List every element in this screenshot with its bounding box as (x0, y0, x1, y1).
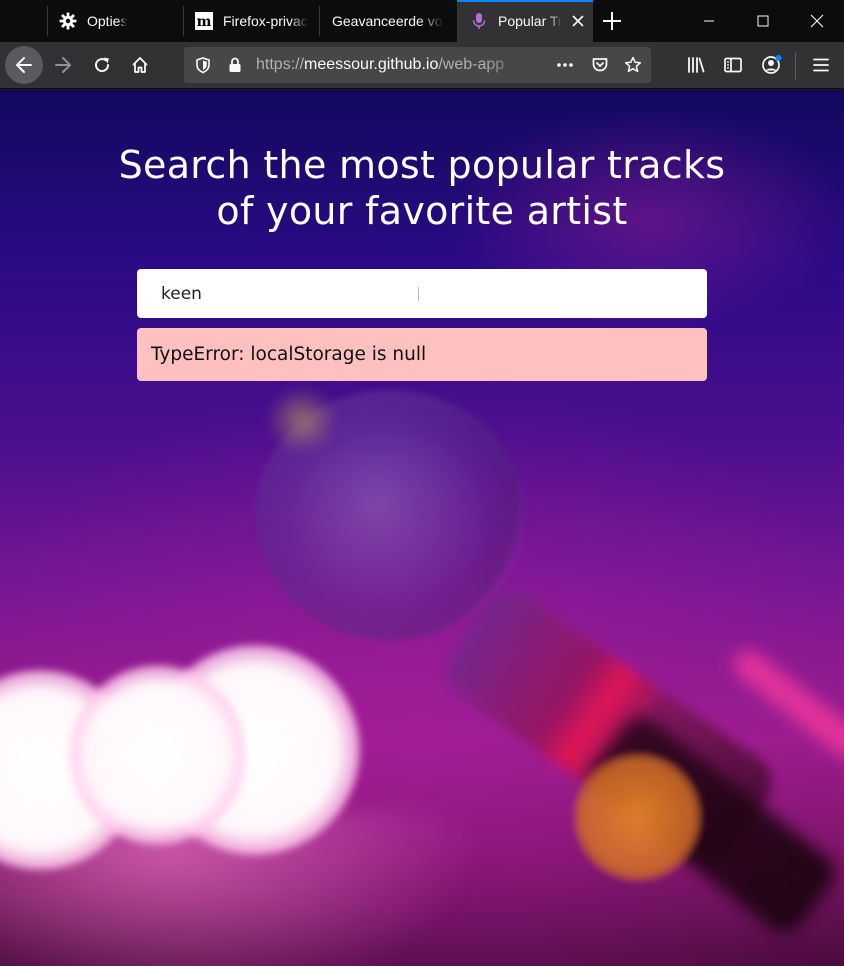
url-host: meessour.github.io (304, 56, 439, 73)
back-button[interactable] (5, 46, 43, 84)
svg-text:m: m (197, 14, 212, 30)
pocket-icon[interactable] (591, 56, 609, 74)
tab-firefox-privacy[interactable]: m Firefox-privacy (184, 0, 319, 42)
web-page: Search the most popular tracks of your f… (0, 90, 844, 966)
background-bokeh-light (573, 752, 703, 882)
url-scheme: https:// (256, 56, 305, 73)
close-tab-icon[interactable] (569, 12, 587, 30)
bookmark-star-icon[interactable] (624, 56, 642, 74)
tab-label: Opties (87, 13, 128, 29)
tab-advanced[interactable]: Geavanceerde voo (320, 0, 456, 42)
new-tab-button[interactable] (600, 10, 624, 32)
background-microphone-head (255, 390, 525, 640)
page-actions-icon[interactable] (556, 56, 574, 74)
account-icon (762, 55, 782, 74)
background-bokeh-light (0, 670, 140, 870)
maximize-button[interactable] (736, 0, 790, 42)
background-microphone-glint (727, 643, 844, 767)
home-button[interactable] (123, 48, 157, 82)
tab-strip: Opties m Firefox-privacy Geavanceerde vo… (0, 0, 844, 42)
back-arrow-icon (16, 57, 32, 73)
sidebar-button[interactable] (716, 48, 750, 82)
background-glow (0, 810, 480, 966)
toolbar-separator (795, 52, 796, 80)
lock-icon[interactable] (226, 56, 244, 74)
navigation-toolbar: https://meessour.github.io/web-app (0, 42, 844, 89)
close-window-button[interactable] (790, 0, 844, 42)
tab-popular-tracks[interactable]: Popular Tr (457, 0, 593, 42)
page-title: Search the most popular tracks of your f… (118, 143, 726, 233)
forward-arrow-icon (55, 57, 71, 73)
url-text[interactable]: https://meessour.github.io/web-app (256, 56, 524, 74)
error-message: TypeError: localStorage is null (137, 328, 707, 381)
url-bar[interactable]: https://meessour.github.io/web-app (184, 47, 651, 83)
artist-search-input[interactable] (137, 269, 707, 318)
library-icon (688, 57, 705, 73)
microphone-icon (470, 12, 488, 30)
tracking-shield-icon[interactable] (194, 56, 212, 74)
tab-options[interactable]: Opties (48, 0, 183, 42)
reload-button[interactable] (85, 48, 119, 82)
text-cursor (418, 287, 419, 301)
background-bokeh-light (150, 645, 360, 855)
background-microphone-body (435, 580, 783, 875)
background-microphone-handle (582, 709, 843, 941)
library-button[interactable] (679, 48, 713, 82)
m-logo-icon: m (195, 12, 213, 30)
menu-button[interactable] (804, 48, 838, 82)
minimize-button[interactable] (682, 0, 736, 42)
tab-label: Geavanceerde voo (332, 13, 444, 29)
gear-icon (59, 12, 77, 30)
hamburger-menu-icon (813, 58, 829, 72)
background-bokeh-light (70, 665, 245, 845)
background-bokeh-light (262, 390, 342, 450)
url-path: /web-app (438, 56, 505, 73)
home-icon (132, 57, 148, 73)
error-text: TypeError: localStorage is null (151, 344, 427, 365)
tab-label: Popular Tr (498, 13, 562, 29)
sidebar-icon (724, 57, 742, 73)
forward-button[interactable] (46, 48, 80, 82)
tab-label: Firefox-privacy (223, 13, 309, 29)
reload-icon (95, 57, 110, 73)
account-button[interactable] (755, 48, 789, 82)
